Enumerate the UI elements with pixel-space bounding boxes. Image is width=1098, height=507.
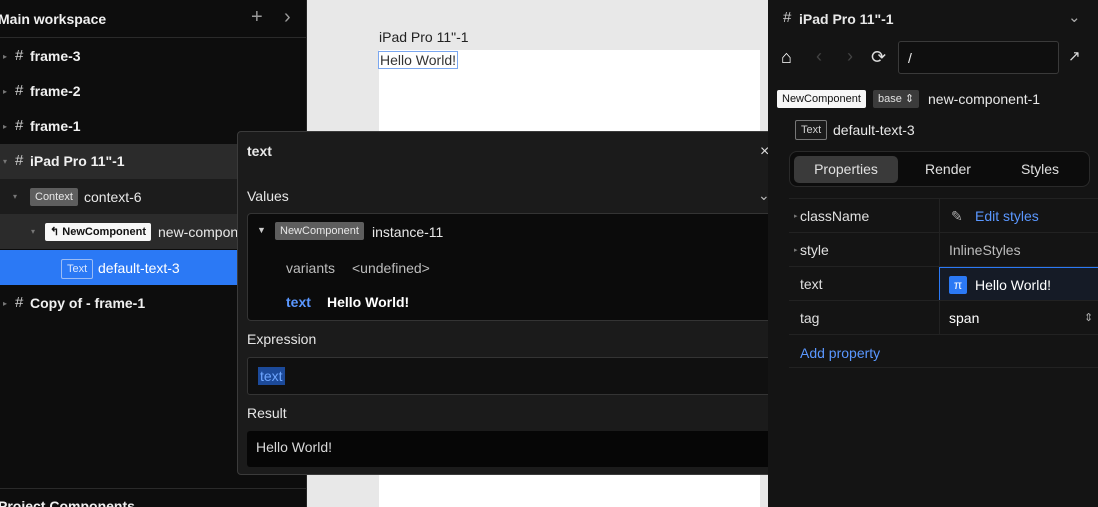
frame-icon: # xyxy=(15,294,24,311)
prop-value[interactable]: InlineStyles xyxy=(939,233,1098,267)
chevron-right-icon[interactable]: › xyxy=(284,6,291,29)
home-icon[interactable]: ⌂ xyxy=(781,47,792,68)
workspace-title: Main workspace xyxy=(0,11,107,27)
add-property-button[interactable]: Add property xyxy=(800,345,880,361)
tree-item-label: new-compon xyxy=(158,224,239,240)
result-label: Result xyxy=(247,405,287,421)
forward-icon[interactable]: › xyxy=(847,46,853,67)
tree-item-label: iPad Pro 11"-1 xyxy=(30,153,125,169)
select-arrows-icon: ⇕ xyxy=(904,93,915,105)
tree-item-label: frame-2 xyxy=(30,83,81,99)
prop-row-text: text π Hello World! xyxy=(789,266,1098,301)
add-icon[interactable]: + xyxy=(251,6,263,29)
prop-row-classname: ▸ className ✎ Edit styles xyxy=(789,198,1098,233)
variant-select[interactable]: base ⇕ xyxy=(873,90,920,108)
tab-properties[interactable]: Properties xyxy=(794,156,898,183)
variants-value: <undefined> xyxy=(352,260,430,276)
address-value: / xyxy=(908,50,912,66)
canvas-text-element[interactable]: Hello World! xyxy=(378,51,458,69)
component-tag: ↰ NewComponent xyxy=(45,223,152,241)
result-value: Hello World! xyxy=(256,439,332,455)
frame-icon: # xyxy=(15,47,24,64)
external-link-icon[interactable]: ↗ xyxy=(1068,47,1081,65)
frame-label[interactable]: iPad Pro 11"-1 xyxy=(379,29,469,45)
text-tag: Text xyxy=(61,259,94,279)
expression-label: Expression xyxy=(247,331,317,347)
frame-icon: # xyxy=(15,117,24,134)
component-tag[interactable]: NewComponent xyxy=(777,90,866,108)
result-box: Hello World! xyxy=(247,431,779,467)
context-tag: Context xyxy=(30,188,78,206)
properties-panel: # iPad Pro 11"-1 ⌄ ⌂ ‹ › ⟳ / ↗ NewCompon… xyxy=(768,0,1098,507)
tree-item-label: Copy of - frame-1 xyxy=(30,295,146,311)
expression-binding-icon[interactable]: π xyxy=(949,276,967,294)
expand-caret-icon[interactable]: ▸ xyxy=(794,212,798,220)
refresh-icon[interactable]: ⟳ xyxy=(871,47,886,68)
expression-editor[interactable]: text xyxy=(247,357,779,395)
tree-item-label: context-6 xyxy=(84,189,142,205)
chevron-down-icon[interactable]: ⌄ xyxy=(1068,8,1081,26)
text-key[interactable]: text xyxy=(286,294,311,310)
link-arrow-icon: ↰ xyxy=(50,226,63,238)
right-title: iPad Pro 11"-1 xyxy=(799,11,894,27)
component-name: new-component-1 xyxy=(928,91,1041,107)
tree-item-frame-3[interactable]: ▸ # frame-3 xyxy=(0,39,306,74)
tree-item-frame-2[interactable]: ▸ # frame-2 xyxy=(0,74,306,109)
prop-value-text: span xyxy=(949,310,980,326)
prop-name: text xyxy=(800,276,823,292)
expression-token[interactable]: text xyxy=(258,367,285,385)
edit-styles-link[interactable]: Edit styles xyxy=(975,208,1039,224)
tab-bar: Properties Render Styles xyxy=(789,151,1090,187)
frame-icon: # xyxy=(783,9,792,26)
text-value: Hello World! xyxy=(327,294,410,310)
add-property-row: Add property xyxy=(789,334,1098,368)
prop-value-binding[interactable]: π Hello World! xyxy=(939,267,1098,301)
tree-item-label: frame-3 xyxy=(30,48,81,64)
tab-styles[interactable]: Styles xyxy=(992,156,1088,183)
prop-row-tag: tag span ⇕ xyxy=(789,300,1098,335)
frame-icon: # xyxy=(15,152,24,169)
tree-item-label: default-text-3 xyxy=(98,260,180,276)
instance-name: instance-11 xyxy=(372,224,444,240)
select-arrows-icon: ⇕ xyxy=(1084,312,1094,324)
tag-select[interactable]: span ⇕ xyxy=(939,301,1098,335)
prop-name: className xyxy=(800,208,870,224)
prop-name: tag xyxy=(800,310,820,326)
values-box: ▼ NewComponent instance-11 variants <und… xyxy=(247,213,779,321)
values-label: Values xyxy=(247,188,289,204)
workspace-header: Main workspace + › xyxy=(0,0,306,38)
prop-value[interactable]: ✎ Edit styles xyxy=(939,199,1098,233)
pencil-icon: ✎ xyxy=(951,208,963,224)
popup-title: text xyxy=(247,143,272,159)
text-element-name: default-text-3 xyxy=(833,122,915,138)
text-tag[interactable]: Text xyxy=(795,120,828,140)
project-components-header: Project Components xyxy=(0,488,306,507)
instance-tag: NewComponent xyxy=(275,222,364,240)
address-input[interactable]: / xyxy=(898,41,1059,74)
expand-caret-icon[interactable]: ▸ xyxy=(794,246,798,254)
frame-icon: # xyxy=(15,82,24,99)
tree-item-label: frame-1 xyxy=(30,118,81,134)
project-components-title: Project Components xyxy=(0,498,135,507)
prop-name: style xyxy=(800,242,829,258)
tab-render[interactable]: Render xyxy=(898,156,998,183)
back-icon[interactable]: ‹ xyxy=(816,46,822,67)
prop-value-text: Hello World! xyxy=(975,277,1051,293)
collapse-caret-icon[interactable]: ▼ xyxy=(257,225,266,235)
expression-popup: text × Values ⌄ ▼ NewComponent instance-… xyxy=(237,131,788,475)
prop-value-text: InlineStyles xyxy=(949,242,1021,258)
prop-row-style: ▸ style InlineStyles xyxy=(789,232,1098,267)
variants-key: variants xyxy=(286,260,336,276)
